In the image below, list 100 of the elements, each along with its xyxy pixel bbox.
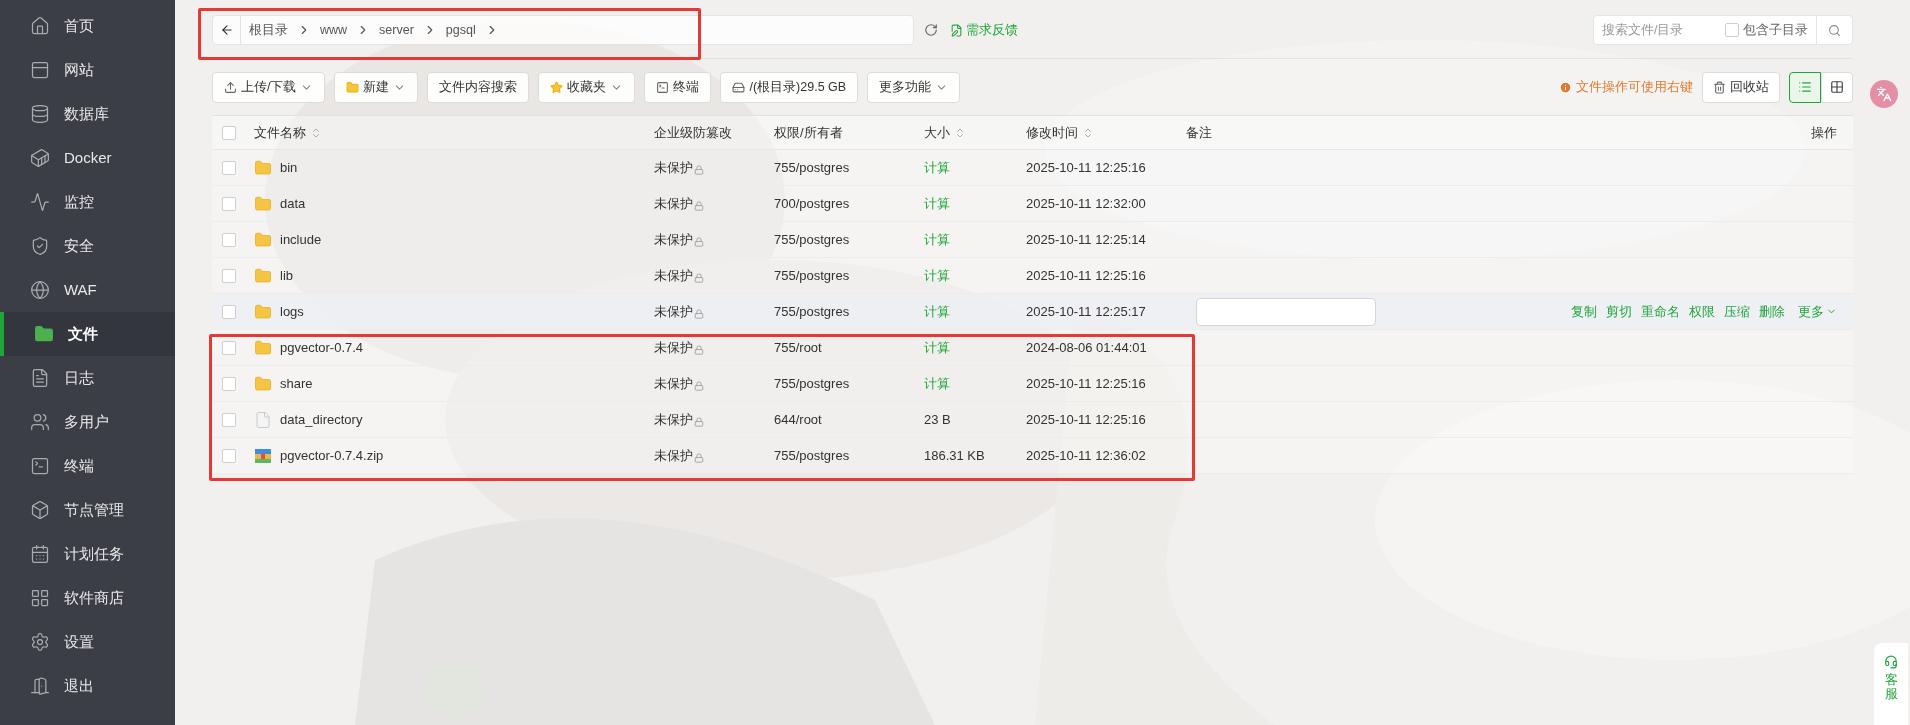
file-row[interactable]: pgvector-0.7.4 未保护 755/root 计算 2024-08-06 01:44:01 bbox=[212, 330, 1853, 366]
lock-icon bbox=[694, 452, 704, 463]
sidebar-item[interactable]: 网站 bbox=[0, 48, 175, 92]
sidebar-item[interactable]: 安全 bbox=[0, 224, 175, 268]
file-name-link[interactable]: data_directory bbox=[280, 409, 363, 430]
file-row[interactable]: data_directory 未保护 644/root 23 B 2025-10-11 12:25:16 bbox=[212, 402, 1853, 438]
grid-icon bbox=[1830, 80, 1844, 94]
file-row[interactable]: lib 未保护 755/postgres 计算 2025-10-11 12:25:16 bbox=[212, 258, 1853, 294]
protection-status: 未保护 bbox=[654, 158, 693, 177]
file-name-link[interactable]: include bbox=[280, 229, 322, 250]
search-bar[interactable]: 搜索文件/目录 包含子目录 bbox=[1593, 15, 1853, 45]
file-name-link[interactable]: pgvector-0.7.4 bbox=[280, 337, 364, 358]
file-row[interactable]: bin 未保护 755/postgres 计算 2025-10-11 12:25:16 bbox=[212, 150, 1853, 186]
recycle-bin-button[interactable]: 回收站 bbox=[1702, 71, 1780, 103]
file-row[interactable]: data 未保护 700/postgres 计算 2025-10-11 12:32:00 bbox=[212, 186, 1853, 222]
info-icon bbox=[1559, 80, 1572, 94]
toolbar-button[interactable]: 文件内容搜索 bbox=[427, 71, 530, 103]
breadcrumb-link[interactable]: server bbox=[371, 20, 422, 40]
modified-time: 2024-08-06 01:44:01 bbox=[1026, 339, 1147, 355]
permission-text[interactable]: 755/postgres bbox=[774, 159, 850, 175]
sidebar-item[interactable]: 首页 bbox=[0, 4, 175, 48]
sidebar-item[interactable]: 监控 bbox=[0, 180, 175, 224]
grid-view-button[interactable] bbox=[1821, 71, 1853, 103]
permission-text[interactable]: 644/root bbox=[774, 411, 822, 427]
breadcrumb-link[interactable]: www bbox=[312, 20, 356, 40]
column-header[interactable]: 修改时间 bbox=[1026, 122, 1094, 143]
column-header[interactable]: 文件名称 bbox=[254, 122, 322, 143]
breadcrumb-link[interactable]: pgsql bbox=[437, 20, 484, 40]
nav-icon bbox=[30, 500, 50, 520]
permission-text[interactable]: 755/postgres bbox=[774, 231, 850, 247]
support-label: 客服 bbox=[1884, 673, 1898, 702]
column-header[interactable]: 大小 bbox=[924, 122, 966, 143]
nav-icon bbox=[30, 676, 50, 696]
protection-status: 未保护 bbox=[654, 446, 693, 465]
nav-icon bbox=[30, 192, 50, 212]
file-name-link[interactable]: pgvector-0.7.4.zip bbox=[280, 445, 384, 466]
permission-text[interactable]: 755/postgres bbox=[774, 267, 850, 283]
button-icon bbox=[732, 80, 746, 94]
permission-text[interactable]: 755/postgres bbox=[774, 447, 850, 463]
file-name-link[interactable]: bin bbox=[280, 157, 298, 178]
breadcrumb-link[interactable]: 根目录 bbox=[241, 20, 296, 40]
search-field[interactable]: 搜索文件/目录 bbox=[1594, 20, 1725, 40]
subdir-label: 包含子目录 bbox=[1743, 21, 1808, 39]
permission-text[interactable]: 755/root bbox=[774, 339, 822, 355]
lock-icon bbox=[694, 344, 704, 355]
headset-icon bbox=[1884, 655, 1898, 669]
sidebar-item[interactable]: 计划任务 bbox=[0, 532, 175, 576]
lock-icon bbox=[694, 416, 704, 427]
sidebar-item[interactable]: 数据库 bbox=[0, 92, 175, 136]
toolbar-button[interactable]: 终端 bbox=[644, 71, 712, 103]
toolbar-button[interactable]: /(根目录)29.5 GB bbox=[720, 71, 859, 103]
toolbar-button[interactable]: 上传/下载 bbox=[212, 71, 326, 103]
sidebar-item[interactable]: 文件 bbox=[0, 312, 175, 356]
toolbar-button[interactable]: 新建 bbox=[334, 71, 419, 103]
sidebar-item[interactable]: 设置 bbox=[0, 620, 175, 664]
file-row[interactable]: logs 未保护 755/postgres 计算 2025-10-11 12:25:17 复制 剪切 重命名 权限 压缩 删除 更多 bbox=[212, 294, 1853, 330]
lock-icon bbox=[694, 200, 704, 211]
back-arrow-icon bbox=[219, 23, 234, 37]
file-name-link[interactable]: lib bbox=[280, 265, 293, 286]
nav-icon bbox=[30, 412, 50, 432]
nav-icon bbox=[30, 544, 50, 564]
protection-status: 未保护 bbox=[654, 194, 693, 213]
file-name-link[interactable]: logs bbox=[280, 301, 304, 322]
permission-text[interactable]: 755/postgres bbox=[774, 303, 850, 319]
remark-field[interactable] bbox=[1196, 297, 1376, 326]
sidebar-item[interactable]: 软件商店 bbox=[0, 576, 175, 620]
modified-time: 2025-10-11 12:25:16 bbox=[1026, 375, 1146, 391]
file-row[interactable]: pgvector-0.7.4.zip 未保护 755/postgres 186.31 KB 2025-10-11 12:36:02 bbox=[212, 438, 1853, 474]
refresh-button[interactable] bbox=[924, 23, 938, 37]
modified-time: 2025-10-11 12:25:14 bbox=[1026, 231, 1146, 247]
permission-text[interactable]: 700/postgres bbox=[774, 195, 850, 211]
search-icon bbox=[1828, 23, 1841, 37]
path-bar[interactable]: 根目录 www server pgsql bbox=[212, 15, 914, 45]
file-name-link[interactable]: share bbox=[280, 373, 313, 394]
nav-icon bbox=[30, 456, 50, 476]
sidebar-item[interactable]: 退出 bbox=[0, 664, 175, 708]
sidebar-item[interactable]: 多用户 bbox=[0, 400, 175, 444]
modified-time: 2025-10-11 12:25:16 bbox=[1026, 411, 1146, 427]
sidebar-item[interactable]: WAF bbox=[0, 268, 175, 312]
file-row[interactable]: include 未保护 755/postgres 计算 2025-10-11 12:25:14 bbox=[212, 222, 1853, 258]
toolbar-button[interactable]: 收藏夹 bbox=[538, 71, 636, 103]
protection-status: 未保护 bbox=[654, 410, 693, 429]
sidebar-item[interactable]: 日志 bbox=[0, 356, 175, 400]
nav-icon bbox=[34, 324, 54, 344]
sidebar-item[interactable]: Docker bbox=[0, 136, 175, 180]
sidebar-item[interactable]: 终端 bbox=[0, 444, 175, 488]
permission-text[interactable]: 755/postgres bbox=[774, 375, 850, 391]
checkbox[interactable] bbox=[222, 304, 236, 319]
protection-status: 未保护 bbox=[654, 338, 693, 357]
file-icon bbox=[254, 410, 272, 429]
file-name-link[interactable]: data bbox=[280, 193, 306, 214]
checkbox[interactable] bbox=[1725, 23, 1739, 37]
toolbar-button[interactable]: 更多功能 bbox=[867, 71, 961, 103]
file-row[interactable]: share 未保护 755/postgres 计算 2025-10-11 12:25:16 bbox=[212, 366, 1853, 402]
trash-icon bbox=[1713, 80, 1726, 94]
sidebar-item[interactable]: 节点管理 bbox=[0, 488, 175, 532]
button-icon bbox=[656, 80, 670, 94]
nav-icon bbox=[30, 148, 50, 168]
button-icon bbox=[550, 80, 564, 94]
list-view-button[interactable] bbox=[1789, 71, 1821, 103]
